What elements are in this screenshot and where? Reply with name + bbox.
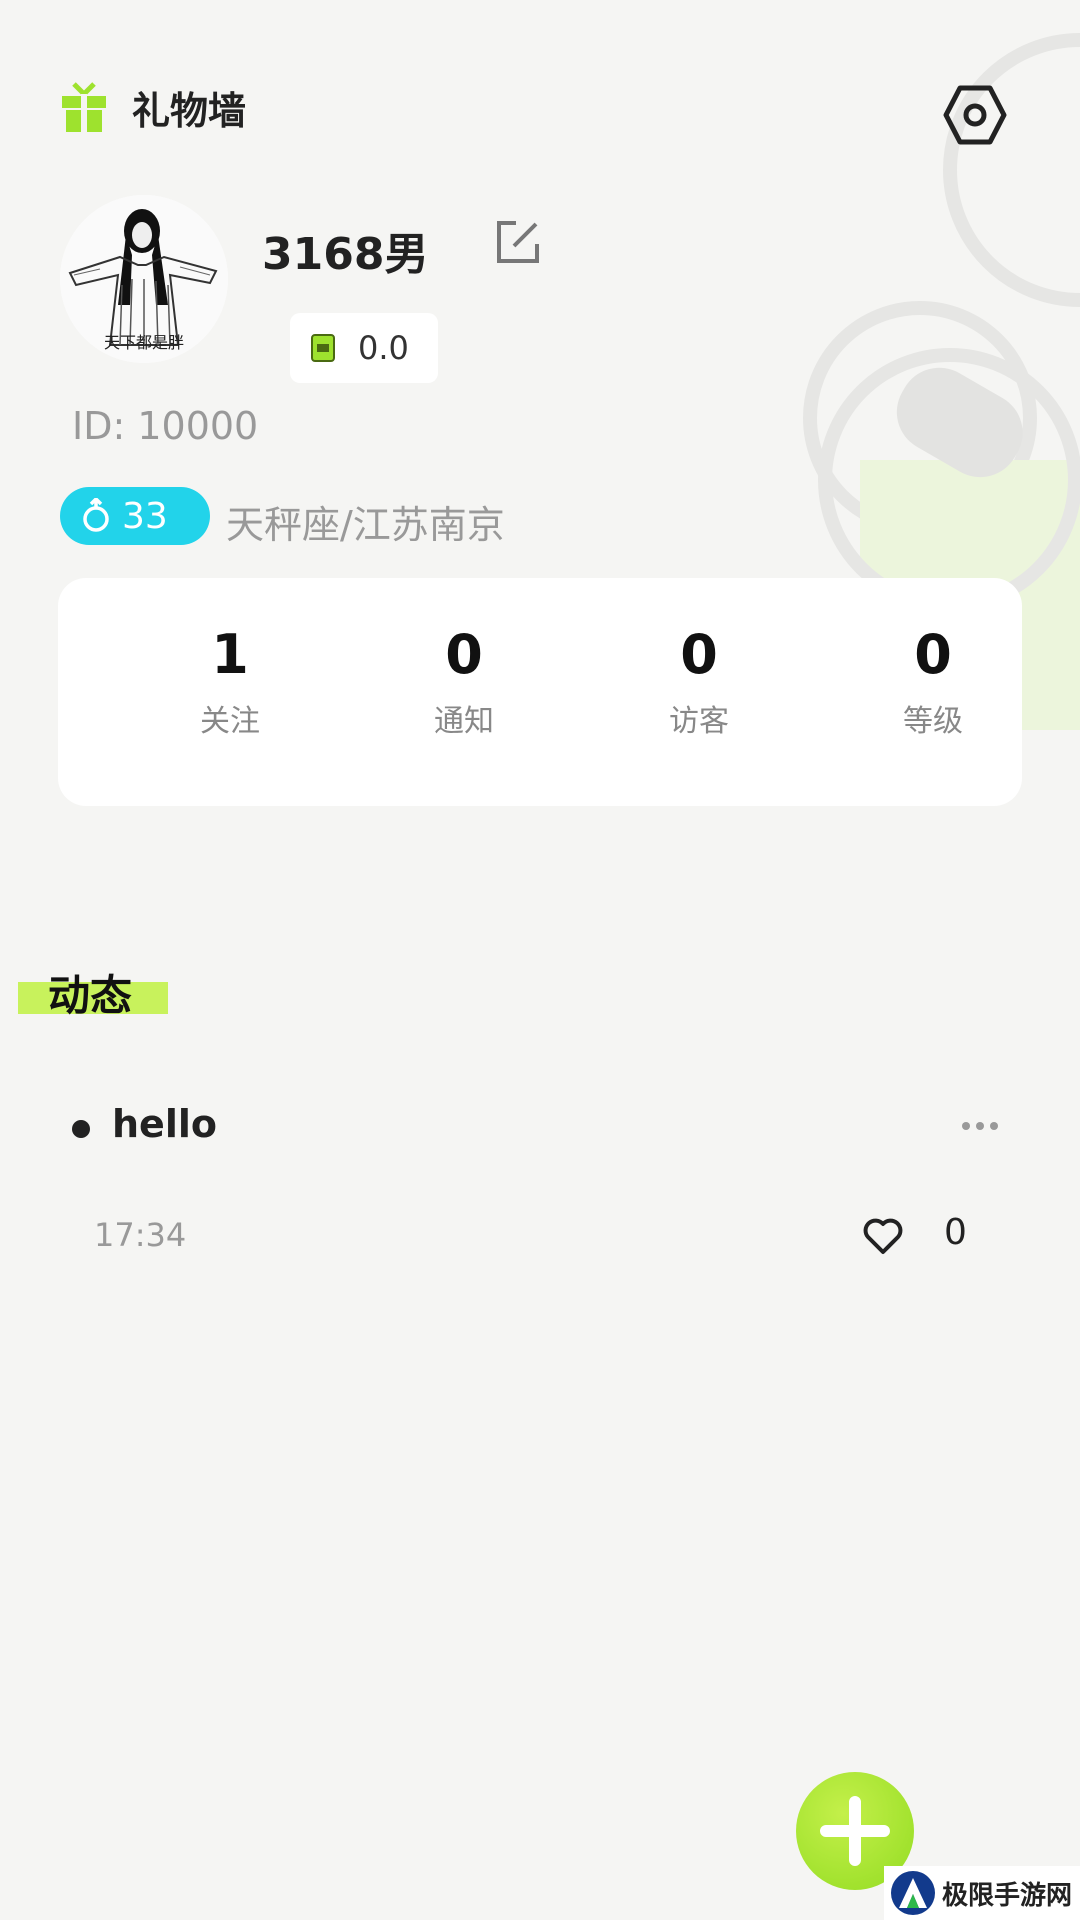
watermark-text: 极限手游网	[942, 1880, 1073, 1911]
watermark-logo	[891, 1871, 935, 1915]
avatar[interactable]: 天下都是胖	[60, 195, 228, 363]
zodiac-location: 天秤座/江苏南京	[226, 503, 505, 547]
coin-icon	[311, 334, 335, 362]
coin-value: 0.0	[358, 329, 409, 367]
username: 3168男	[262, 229, 429, 280]
plus-icon	[820, 1796, 890, 1866]
male-icon	[83, 498, 109, 532]
stat-label: 关注	[200, 704, 260, 739]
stat-label: 访客	[669, 704, 729, 739]
like-count: 0	[944, 1212, 967, 1253]
gift-icon[interactable]	[60, 81, 108, 134]
bullet-icon	[72, 1120, 90, 1138]
stat-label: 等级	[903, 704, 963, 739]
settings-icon[interactable]	[942, 82, 1008, 148]
edit-icon[interactable]	[494, 218, 542, 266]
post-time: 17:34	[94, 1216, 187, 1254]
heart-icon[interactable]	[862, 1216, 904, 1256]
section-title: 动态	[48, 971, 133, 1020]
user-id: ID: 10000	[72, 404, 259, 448]
age-badge: 33	[60, 487, 210, 545]
stat-value: 0	[445, 623, 483, 686]
post-text: hello	[112, 1102, 217, 1146]
more-icon[interactable]	[960, 1116, 1000, 1136]
age-value: 33	[122, 495, 168, 537]
stat-visitors[interactable]: 0 访客	[599, 620, 799, 740]
gift-wall-title[interactable]: 礼物墙	[132, 80, 246, 135]
stat-value: 1	[211, 623, 249, 686]
coin-balance[interactable]: 0.0	[290, 313, 438, 383]
header: 礼物墙	[60, 80, 246, 135]
stat-notifications[interactable]: 0 通知	[364, 620, 564, 740]
stat-value: 0	[680, 623, 718, 686]
stats-card: 1 关注 0 通知 0 访客 0 等级	[58, 578, 1022, 806]
stat-level[interactable]: 0 等级	[833, 620, 1033, 740]
watermark: 极限手游网	[884, 1866, 1080, 1920]
avatar-caption: 天下都是胖	[103, 333, 184, 352]
feed-section-header: 动态	[18, 962, 218, 1022]
stat-following[interactable]: 1 关注	[130, 620, 330, 740]
stat-label: 通知	[434, 704, 494, 739]
stat-value: 0	[914, 623, 952, 686]
